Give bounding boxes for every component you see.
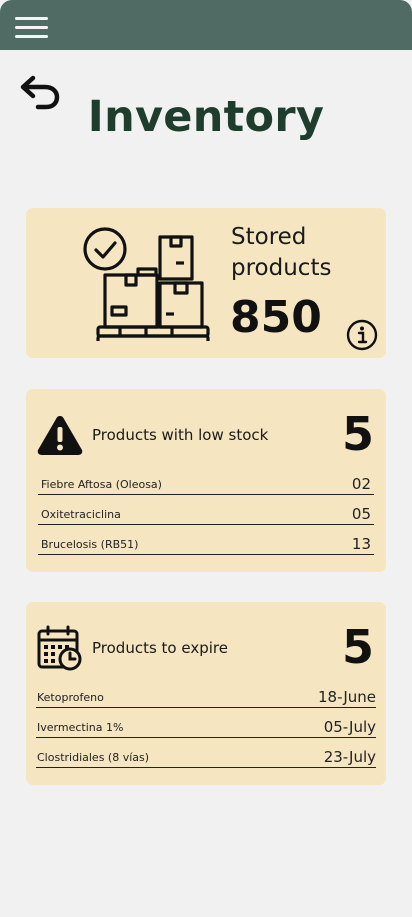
low-stock-row[interactable]: Oxitetraciclina 05 (38, 500, 374, 525)
stored-products-card[interactable]: Stored products 850 (26, 208, 386, 358)
expiring-row[interactable]: Clostridiales (8 vías) 23-July (36, 743, 376, 768)
low-stock-row[interactable]: Fiebre Aftosa (Oleosa) 02 (38, 470, 374, 495)
product-name: Fiebre Aftosa (Oleosa) (41, 478, 162, 491)
product-name: Clostridiales (8 vías) (37, 751, 150, 764)
calendar-clock-icon (36, 625, 84, 671)
low-stock-label: Products with low stock (92, 426, 269, 444)
low-stock-card[interactable]: Products with low stock 5 Fiebre Aftosa … (26, 389, 386, 572)
expiring-row[interactable]: Ketoprofeno 18-June (36, 683, 376, 708)
product-quantity: 13 (351, 535, 371, 553)
product-quantity: 05 (351, 505, 371, 523)
product-name: Brucelosis (RB51) (41, 538, 139, 551)
pallet-boxes-check-icon (82, 225, 214, 346)
low-stock-row[interactable]: Brucelosis (RB51) 13 (38, 530, 374, 555)
hamburger-menu-icon[interactable] (15, 17, 48, 39)
expiring-products-card[interactable]: Products to expire 5 Ketoprofeno 18-June… (26, 602, 386, 785)
app-screen: Inventory Stored products 850 Products w… (0, 0, 412, 917)
info-icon[interactable] (346, 319, 378, 351)
product-quantity: 02 (351, 475, 371, 493)
product-name: Ketoprofeno (37, 691, 104, 704)
expiring-row[interactable]: Ivermectina 1% 05-July (36, 713, 376, 738)
stored-products-count: 850 (230, 292, 322, 343)
expiring-products-count: 5 (341, 620, 374, 674)
product-name: Ivermectina 1% (37, 721, 124, 734)
warning-icon (36, 413, 84, 457)
top-bar (0, 0, 412, 50)
expiry-date: 23-July (323, 748, 376, 766)
stored-products-label: Stored products (231, 224, 332, 281)
expiry-date: 18-June (317, 688, 376, 706)
expiring-products-label: Products to expire (92, 639, 228, 657)
expiry-date: 05-July (323, 718, 376, 736)
low-stock-count: 5 (341, 407, 374, 461)
page-title: Inventory (87, 92, 325, 142)
product-name: Oxitetraciclina (41, 508, 121, 521)
